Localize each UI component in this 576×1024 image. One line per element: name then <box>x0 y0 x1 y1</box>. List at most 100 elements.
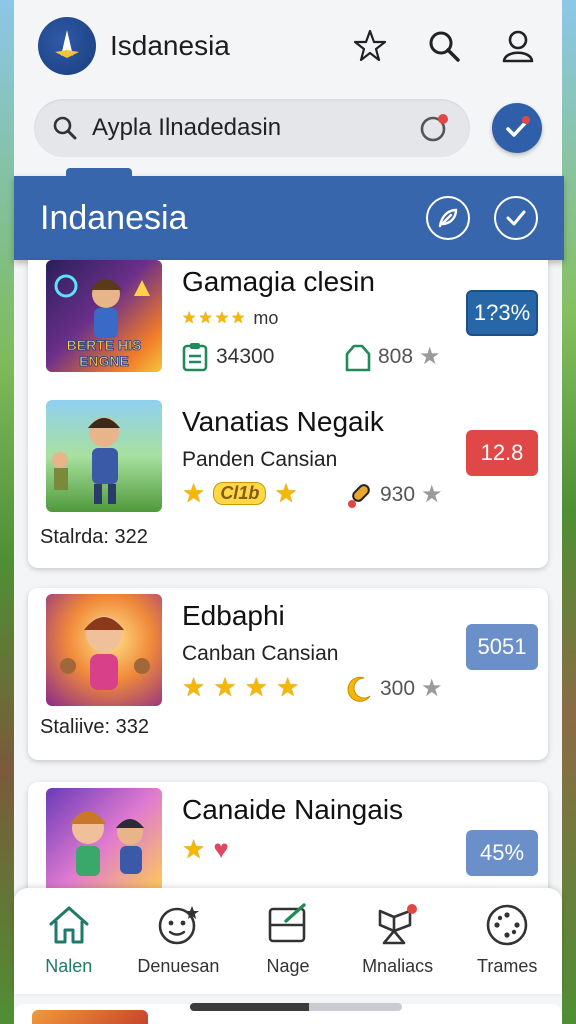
star-icon: ★ <box>274 478 298 508</box>
star-icon: ★ <box>198 309 213 327</box>
favorites-button[interactable] <box>350 26 390 66</box>
star-outline-icon <box>353 29 387 62</box>
star-icon: ★ <box>244 672 268 702</box>
rating-text: mo <box>253 308 279 328</box>
game-thumbnail <box>46 594 162 706</box>
star-icon: ★ <box>182 309 197 327</box>
star-grey-icon: ★ <box>421 481 443 508</box>
search-input[interactable]: Aypla Ilnadedasin <box>34 99 470 157</box>
star-icon: ★ <box>213 672 237 702</box>
bag-icon <box>345 344 371 372</box>
game-thumbnail <box>46 788 162 900</box>
game-row[interactable]: Canaide Naingais ★ ♥ 45% <box>46 788 538 904</box>
card-footer: Stalrda: 322 <box>40 526 148 548</box>
star-icon: ★ <box>275 672 300 702</box>
game-subtitle: Panden Cansian <box>182 448 338 471</box>
edit-box-icon <box>264 902 312 948</box>
confirm-search-button[interactable] <box>492 103 542 153</box>
game-art: BERTE HIS ENGNE <box>54 274 150 369</box>
home-indicator[interactable] <box>190 1003 402 1011</box>
star-icon: ★ <box>182 672 206 702</box>
banner-check-button[interactable] <box>494 196 538 240</box>
game-thumbnail: BERTE HIS ENGNE <box>46 260 162 372</box>
search-button[interactable] <box>424 26 464 66</box>
count-row: 930 ★ <box>344 480 443 510</box>
dots-circle-icon <box>483 902 531 948</box>
stat-row: 34300 <box>182 342 274 372</box>
rating-row: ★ Cl1b ★ <box>182 480 298 506</box>
nav-label: Mnaliacs <box>362 956 434 976</box>
leaf-icon <box>438 208 458 228</box>
search-icon <box>53 116 77 140</box>
search-icon <box>429 31 460 62</box>
nav-item-nage[interactable]: Nage <box>233 888 343 994</box>
check-icon <box>506 210 526 226</box>
app-title: Isdanesia <box>110 30 230 61</box>
profile-button[interactable] <box>498 26 538 66</box>
top-bar: Isdanesia <box>14 0 562 92</box>
count-value: 930 <box>380 483 416 506</box>
heart-icon: ♥ <box>213 834 229 864</box>
pennant-icon <box>374 902 422 948</box>
rocket-icon <box>348 484 370 508</box>
nav-label: Trames <box>477 956 538 976</box>
star-grey-icon: ★ <box>419 343 441 370</box>
user-icon <box>502 30 534 63</box>
nav-label: Nage <box>266 956 310 976</box>
star-icon: ★ <box>214 309 230 327</box>
search-row: Aypla Ilnadedasin <box>34 98 542 158</box>
count-value: 300 <box>380 677 416 700</box>
section-banner: Indanesia <box>14 168 564 260</box>
game-card-2[interactable]: Edbaphi Canban Cansian ★ ★ ★ ★ 300 ★ 505… <box>28 588 548 760</box>
score-badge[interactable]: 45% <box>466 830 538 876</box>
count-row: 300 ★ <box>344 674 443 704</box>
rating-row: ★ ★ ★ ★ <box>182 674 299 700</box>
game-row[interactable]: Vanatias Negaik Panden Cansian ★ Cl1b ★ … <box>46 400 538 516</box>
banner-explore-button[interactable] <box>426 196 470 240</box>
home-indicator-fill <box>190 1003 309 1011</box>
game-art <box>52 417 120 504</box>
game-card-1[interactable]: BERTE HIS ENGNE Gamagia clesin ★ ★ ★ ★ m… <box>28 260 548 568</box>
count-value: 808 <box>378 345 414 368</box>
check-icon <box>506 116 530 137</box>
game-title: Canaide Naingais <box>182 794 404 825</box>
nav-label: Nalen <box>45 956 93 976</box>
nav-item-trames[interactable]: Trames <box>452 888 562 994</box>
game-art <box>70 811 144 876</box>
nav-label: Denuesan <box>137 956 220 976</box>
search-value: Aypla Ilnadedasin <box>92 114 282 141</box>
score-badge[interactable]: 5051 <box>466 624 538 670</box>
face-icon <box>154 902 202 948</box>
voice-indicator-icon[interactable] <box>418 111 452 145</box>
game-subtitle: Canban Cansian <box>182 642 339 665</box>
logo-icon <box>55 30 79 58</box>
rating-row: ★ ♥ <box>182 836 229 862</box>
banner-title: Indanesia <box>40 198 188 237</box>
moon-icon <box>347 676 371 702</box>
score-badge[interactable]: 12.8 <box>466 430 538 476</box>
rating-row: ★ ★ ★ ★ mo <box>182 308 278 329</box>
thumbnail-title-text: BERTE HIS <box>67 337 142 353</box>
card-footer: Staliive: 332 <box>40 716 149 738</box>
count-row: 808 ★ <box>344 342 441 372</box>
thumbnail-subtitle-text: ENGNE <box>79 353 129 369</box>
banner-tab <box>66 168 132 178</box>
star-icon: ★ <box>231 309 246 327</box>
home-icon <box>45 902 93 948</box>
tag-chip: Cl1b <box>213 481 267 505</box>
game-title: Gamagia clesin <box>182 266 375 297</box>
star-grey-icon: ★ <box>421 675 443 702</box>
game-thumbnail <box>46 400 162 512</box>
nav-item-denuesan[interactable]: Denuesan <box>124 888 234 994</box>
stat-value: 34300 <box>216 345 275 368</box>
nav-item-mnaliacs[interactable]: Mnaliacs <box>343 888 453 994</box>
score-badge[interactable]: 1?3% <box>466 290 538 336</box>
clipboard-icon <box>182 343 208 372</box>
nav-item-home[interactable]: Nalen <box>14 888 124 994</box>
game-row[interactable]: BERTE HIS ENGNE Gamagia clesin ★ ★ ★ ★ m… <box>46 260 538 376</box>
star-icon: ★ <box>182 478 206 508</box>
game-row[interactable]: Edbaphi Canban Cansian ★ ★ ★ ★ 300 ★ 505… <box>46 594 538 710</box>
game-title: Edbaphi <box>182 600 285 631</box>
game-art <box>60 616 150 690</box>
bottom-navigation: Nalen Denuesan Nage Mnaliacs Trames <box>14 888 562 994</box>
